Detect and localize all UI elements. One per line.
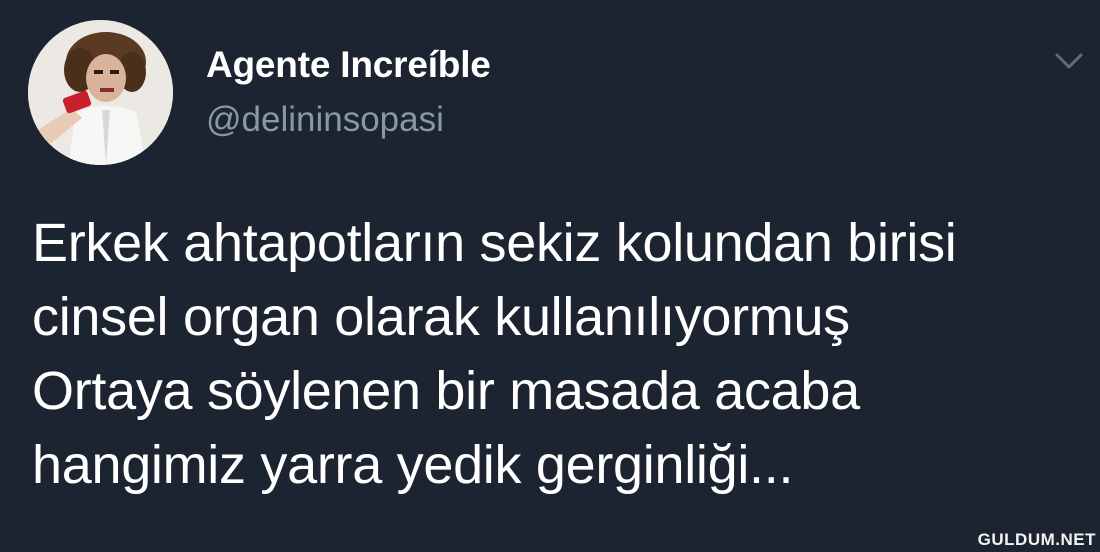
tweet-text-line: cinsel organ olarak kullanılıyormuş (32, 287, 850, 347)
tweet-text-line: Ortaya söylenen bir masada acaba (32, 361, 860, 421)
chevron-down-icon[interactable] (1054, 50, 1084, 72)
profile-avatar[interactable] (28, 20, 173, 165)
tweet-card: Agente Increíble @delininsopasi Erkek ah… (0, 0, 1100, 552)
author-display-name[interactable]: Agente Increíble (206, 44, 491, 86)
tweet-text-line: Erkek ahtapotların sekiz kolundan birisi (32, 213, 957, 273)
tweet-text: Erkek ahtapotların sekiz kolundan birisi… (32, 206, 1082, 502)
avatar-image (28, 20, 173, 165)
tweet-text-line: hangimiz yarra yedik gerginliği... (32, 435, 794, 495)
author-handle[interactable]: @delininsopasi (206, 100, 444, 140)
watermark-logo: GULDUM.NET (977, 530, 1096, 549)
